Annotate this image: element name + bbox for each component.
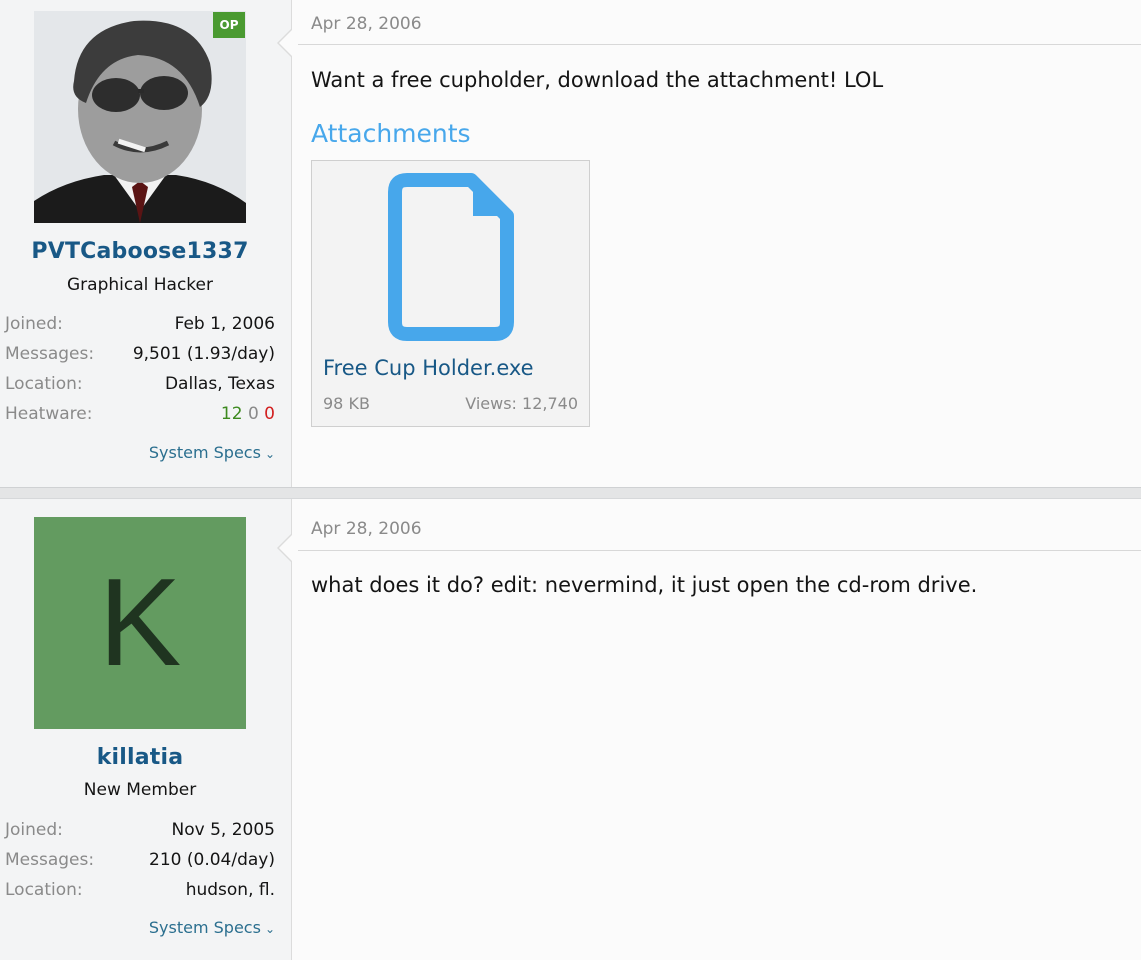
attachment-card[interactable]: Free Cup Holder.exe 98 KB Views: 12,740 [311,160,590,427]
post: K killatia New Member Joined: Nov 5, 200… [0,499,1141,960]
system-specs-label: System Specs [148,918,261,937]
info-row-location: Location: Dallas, Texas [5,371,275,397]
info-row-joined: Joined: Feb 1, 2006 [5,311,275,337]
info-label: Messages: [5,344,95,364]
info-row-location: Location: hudson, fl. [5,877,275,903]
user-sidebar: K killatia New Member Joined: Nov 5, 200… [0,499,292,960]
system-specs-toggle[interactable]: System Specs ⌄ [149,918,275,937]
username[interactable]: PVTCaboose1337 [0,239,280,264]
info-label: Location: [5,880,83,900]
info-row-joined: Joined: Nov 5, 2005 [5,817,275,843]
info-row-heatware: Heatware: 12 0 0 [5,401,275,427]
attachment-size: 98 KB [323,394,370,413]
info-value: hudson, fl. [185,880,275,900]
avatar[interactable] [34,11,246,223]
user-title: New Member [83,780,197,800]
system-specs-toggle[interactable]: System Specs ⌄ [149,443,275,462]
chevron-down-icon: ⌄ [264,922,275,936]
info-value: 210 (0.04/day) [149,850,275,870]
attachment-name[interactable]: Free Cup Holder.exe [323,356,534,380]
username[interactable]: killatia [0,745,280,770]
file-icon [388,173,514,341]
info-value: Feb 1, 2006 [174,314,275,334]
info-label: Joined: [5,314,63,334]
heatware-positive: 12 [220,404,243,424]
post: OP PVTCaboose1337 Graphical Hacker Joine… [0,0,1141,487]
info-value: Nov 5, 2005 [171,820,275,840]
info-label: Heatware: [5,404,93,424]
post-separator [0,487,1141,499]
user-title: Graphical Hacker [67,275,213,295]
op-badge: OP [213,12,245,38]
divider [298,550,1141,551]
heatware-value[interactable]: 12 0 0 [221,401,275,427]
heatware-negative: 0 [264,404,275,424]
post-message: what does it do? edit: nevermind, it jus… [311,573,978,597]
post-date[interactable]: Apr 28, 2006 [311,519,422,539]
info-value: 9,501 (1.93/day) [132,344,275,364]
info-label: Messages: [5,850,95,870]
post-date[interactable]: Apr 28, 2006 [311,14,422,34]
divider [298,44,1141,45]
info-row-messages: Messages: 210 (0.04/day) [5,847,275,873]
info-label: Joined: [5,820,63,840]
post-message: Want a free cupholder, download the atta… [311,68,884,92]
chevron-down-icon: ⌄ [264,447,275,461]
avatar[interactable]: K [34,517,246,729]
attachment-views: Views: 12,740 [465,394,578,413]
info-row-messages: Messages: 9,501 (1.93/day) [5,341,275,367]
avatar-letter: K [98,554,182,692]
avatar-photo [34,11,246,223]
info-label: Location: [5,374,83,394]
attachments-heading: Attachments [311,119,471,148]
user-sidebar: OP PVTCaboose1337 Graphical Hacker Joine… [0,0,292,487]
heatware-neutral: 0 [247,404,259,424]
info-value: Dallas, Texas [164,374,275,394]
system-specs-label: System Specs [148,443,261,462]
